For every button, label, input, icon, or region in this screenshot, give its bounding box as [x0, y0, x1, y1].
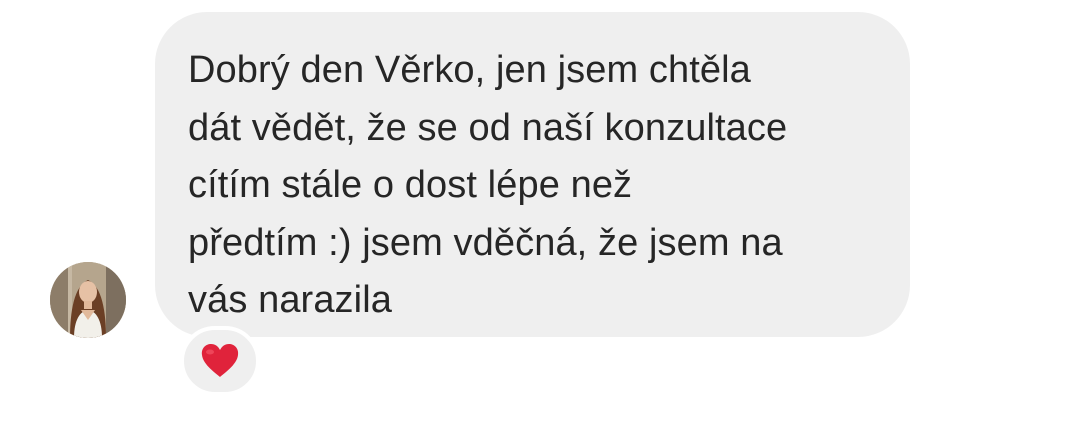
reaction-badge[interactable] [180, 326, 260, 396]
message-bubble[interactable]: Dobrý den Věrko, jen jsem chtěla dát věd… [155, 12, 910, 337]
profile-photo-icon [50, 262, 126, 338]
red-heart-icon [201, 344, 239, 377]
sender-avatar[interactable] [50, 262, 126, 338]
message-text: Dobrý den Věrko, jen jsem chtěla dát věd… [188, 49, 788, 321]
